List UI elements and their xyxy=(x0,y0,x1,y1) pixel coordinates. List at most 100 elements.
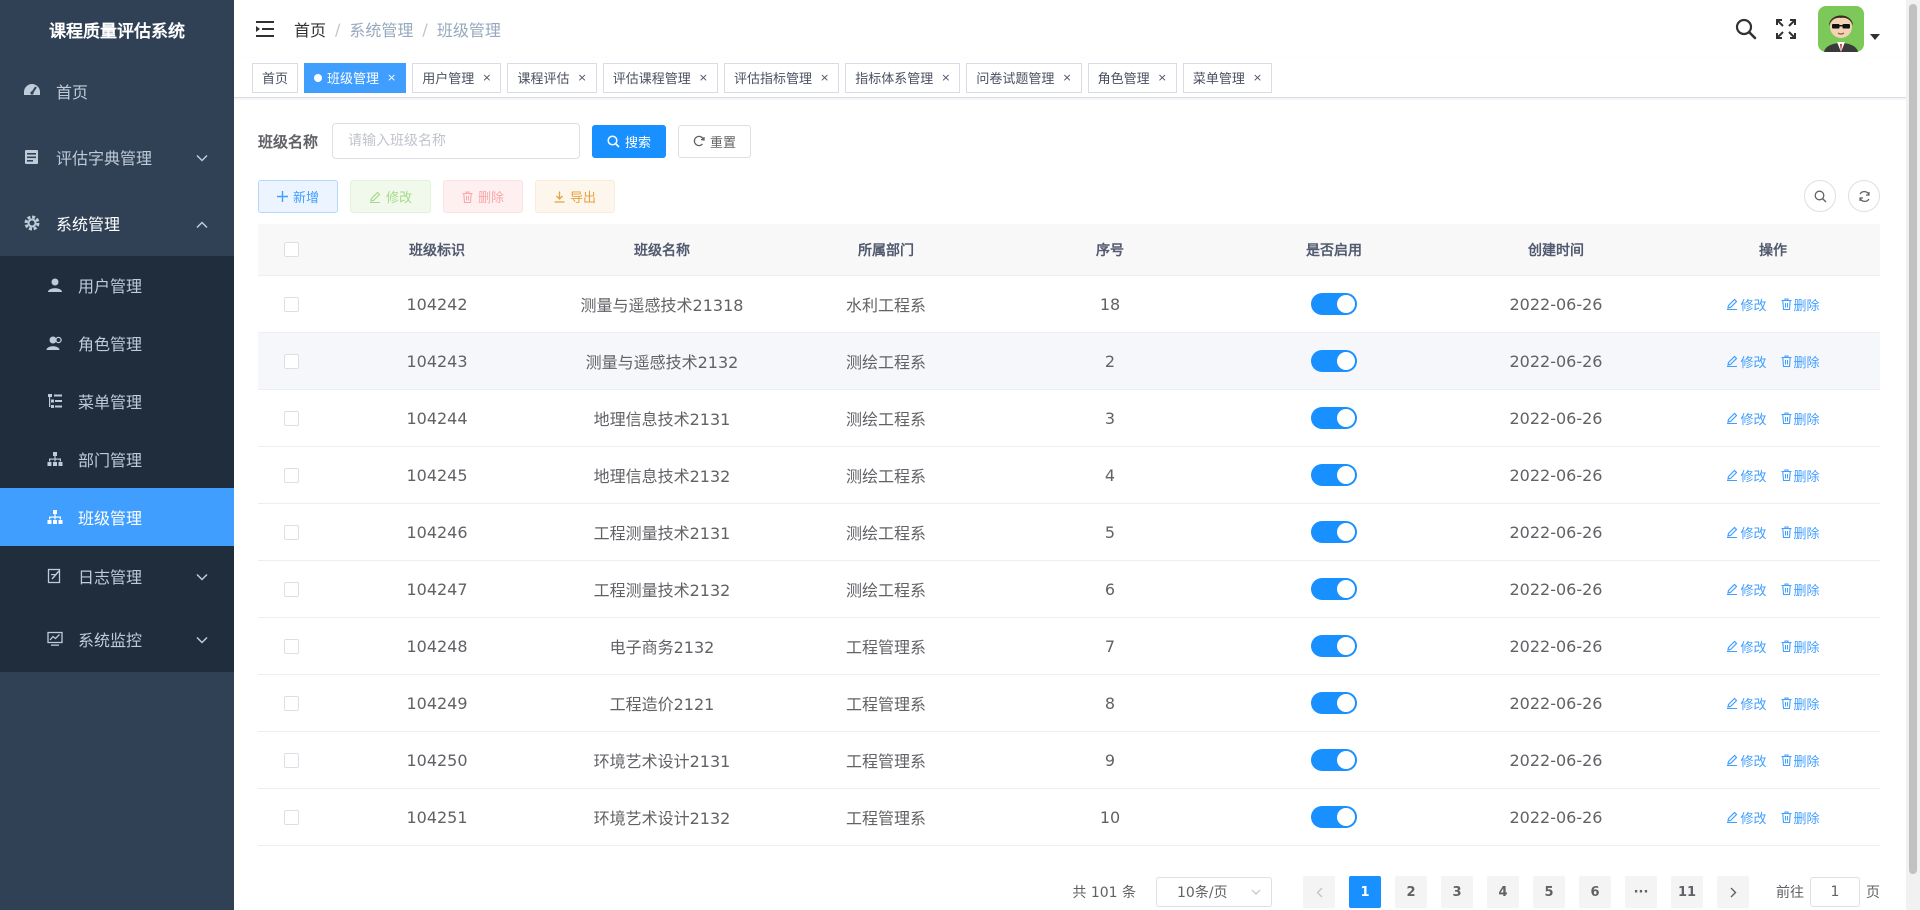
page-button[interactable]: 5 xyxy=(1533,876,1565,908)
close-icon[interactable]: × xyxy=(941,71,950,84)
table-row[interactable]: 104245 地理信息技术2132 测绘工程系 4 2022-06-26 修改 删除 xyxy=(258,447,1880,504)
tag-eval-course-management[interactable]: 评估课程管理 × xyxy=(602,62,718,93)
delete-button[interactable]: 删除 xyxy=(443,180,524,213)
enabled-switch[interactable] xyxy=(1311,293,1357,315)
row-checkbox[interactable] xyxy=(283,524,299,540)
table-row[interactable]: 104249 工程造价2121 工程管理系 8 2022-06-26 修改 删除 xyxy=(258,675,1880,732)
row-checkbox[interactable] xyxy=(283,638,299,654)
enabled-switch[interactable] xyxy=(1311,407,1357,429)
scrollbar-thumb[interactable] xyxy=(1909,4,1917,874)
row-delete-button[interactable]: 删除 xyxy=(1781,580,1820,599)
sidebar-item-monitor[interactable]: 系统监控 xyxy=(0,606,234,672)
row-edit-button[interactable]: 修改 xyxy=(1726,637,1767,656)
tag-role-management[interactable]: 角色管理 × xyxy=(1087,62,1177,93)
caret-down-icon[interactable] xyxy=(1870,28,1880,44)
sidebar-item-users[interactable]: 用户管理 xyxy=(0,256,234,314)
close-icon[interactable]: × xyxy=(578,71,587,84)
tag-menu-management[interactable]: 菜单管理 × xyxy=(1182,62,1273,93)
row-edit-button[interactable]: 修改 xyxy=(1726,808,1767,827)
row-checkbox[interactable] xyxy=(283,809,299,825)
close-icon[interactable]: × xyxy=(482,71,491,84)
refresh-button[interactable] xyxy=(1848,180,1880,212)
row-checkbox[interactable] xyxy=(283,695,299,711)
breadcrumb-home[interactable]: 首页 xyxy=(294,17,326,41)
row-edit-button[interactable]: 修改 xyxy=(1726,751,1767,770)
row-checkbox[interactable] xyxy=(283,410,299,426)
reset-button[interactable]: 重置 xyxy=(678,124,752,158)
close-icon[interactable]: × xyxy=(1253,71,1262,84)
row-delete-button[interactable]: 删除 xyxy=(1781,295,1820,314)
tag-indicator-system-management[interactable]: 指标体系管理 × xyxy=(845,62,961,93)
table-row[interactable]: 104247 工程测量技术2132 测绘工程系 6 2022-06-26 修改 删除 xyxy=(258,561,1880,618)
page-button[interactable]: 4 xyxy=(1487,876,1519,908)
select-all-checkbox[interactable] xyxy=(283,242,299,257)
toggle-search-button[interactable] xyxy=(1804,180,1836,212)
enabled-switch[interactable] xyxy=(1311,521,1357,543)
table-row[interactable]: 104246 工程测量技术2131 测绘工程系 5 2022-06-26 修改 删除 xyxy=(258,504,1880,561)
sidebar-item-roles[interactable]: 角色管理 xyxy=(0,314,234,372)
tag-class-management[interactable]: 班级管理 × xyxy=(304,62,407,93)
row-edit-button[interactable]: 修改 xyxy=(1726,694,1767,713)
goto-page-input[interactable] xyxy=(1810,877,1860,907)
sidebar-item-home[interactable]: 首页 xyxy=(0,58,234,124)
tag-home[interactable]: 首页 xyxy=(252,62,299,93)
row-edit-button[interactable]: 修改 xyxy=(1726,466,1767,485)
row-checkbox[interactable] xyxy=(283,467,299,483)
table-row[interactable]: 104244 地理信息技术2131 测绘工程系 3 2022-06-26 修改 删除 xyxy=(258,390,1880,447)
row-delete-button[interactable]: 删除 xyxy=(1781,352,1820,371)
row-edit-button[interactable]: 修改 xyxy=(1726,580,1767,599)
row-delete-button[interactable]: 删除 xyxy=(1781,694,1820,713)
row-checkbox[interactable] xyxy=(283,353,299,369)
sidebar-item-logs[interactable]: 日志管理 xyxy=(0,546,234,606)
table-row[interactable]: 104250 环境艺术设计2131 工程管理系 9 2022-06-26 修改 删除 xyxy=(258,732,1880,789)
add-button[interactable]: 新增 xyxy=(258,180,339,213)
tag-course-evaluation[interactable]: 课程评估 × xyxy=(507,62,597,93)
close-icon[interactable]: × xyxy=(1158,71,1167,84)
enabled-switch[interactable] xyxy=(1311,578,1357,600)
sidebar-item-menus[interactable]: 菜单管理 xyxy=(0,372,234,430)
page-button[interactable]: 3 xyxy=(1441,876,1473,908)
table-row[interactable]: 104248 电子商务2132 工程管理系 7 2022-06-26 修改 删除 xyxy=(258,618,1880,675)
page-button[interactable]: 2 xyxy=(1395,876,1427,908)
page-scrollbar[interactable] xyxy=(1906,0,1920,910)
page-button[interactable]: 6 xyxy=(1579,876,1611,908)
row-edit-button[interactable]: 修改 xyxy=(1726,523,1767,542)
row-edit-button[interactable]: 修改 xyxy=(1726,409,1767,428)
table-row[interactable]: 104242 测量与遥感技术21318 水利工程系 18 2022-06-26 修改 删除 xyxy=(258,276,1880,333)
row-delete-button[interactable]: 删除 xyxy=(1781,523,1820,542)
sidebar-item-classes[interactable]: 班级管理 xyxy=(0,488,234,546)
close-icon[interactable]: × xyxy=(387,71,396,84)
class-name-input[interactable] xyxy=(332,123,581,159)
search-icon[interactable] xyxy=(1732,15,1760,43)
row-checkbox[interactable] xyxy=(283,752,299,768)
next-page-button[interactable] xyxy=(1717,876,1749,908)
enabled-switch[interactable] xyxy=(1311,464,1357,486)
row-delete-button[interactable]: 删除 xyxy=(1781,409,1820,428)
row-checkbox[interactable] xyxy=(283,581,299,597)
page-button[interactable]: 11 xyxy=(1671,876,1703,908)
enabled-switch[interactable] xyxy=(1311,692,1357,714)
row-delete-button[interactable]: 删除 xyxy=(1781,808,1820,827)
table-row[interactable]: 104243 测量与遥感技术2132 测绘工程系 2 2022-06-26 修改 删除 xyxy=(258,333,1880,390)
close-icon[interactable]: × xyxy=(820,71,829,84)
page-size-select[interactable]: 10条/页 xyxy=(1156,877,1272,907)
tag-user-management[interactable]: 用户管理 × xyxy=(412,62,502,93)
table-row[interactable]: 104251 环境艺术设计2132 工程管理系 10 2022-06-26 修改 删除 xyxy=(258,789,1880,846)
tag-questionnaire-management[interactable]: 问卷试题管理 × xyxy=(966,62,1082,93)
row-edit-button[interactable]: 修改 xyxy=(1726,295,1767,314)
page-button[interactable]: 1 xyxy=(1349,876,1381,908)
export-button[interactable]: 导出 xyxy=(535,180,616,213)
search-button[interactable]: 搜索 xyxy=(592,124,667,158)
hamburger-icon[interactable] xyxy=(254,17,278,41)
row-delete-button[interactable]: 删除 xyxy=(1781,466,1820,485)
enabled-switch[interactable] xyxy=(1311,635,1357,657)
row-edit-button[interactable]: 修改 xyxy=(1726,352,1767,371)
tag-eval-indicator-management[interactable]: 评估指标管理 × xyxy=(723,62,840,93)
edit-button[interactable]: 修改 xyxy=(350,180,432,213)
sidebar-item-dict[interactable]: 评估字典管理 xyxy=(0,124,234,190)
row-checkbox[interactable] xyxy=(283,296,299,312)
sidebar-item-system[interactable]: 系统管理 xyxy=(0,190,234,256)
fullscreen-icon[interactable] xyxy=(1772,15,1800,43)
enabled-switch[interactable] xyxy=(1311,806,1357,828)
row-delete-button[interactable]: 删除 xyxy=(1781,637,1820,656)
